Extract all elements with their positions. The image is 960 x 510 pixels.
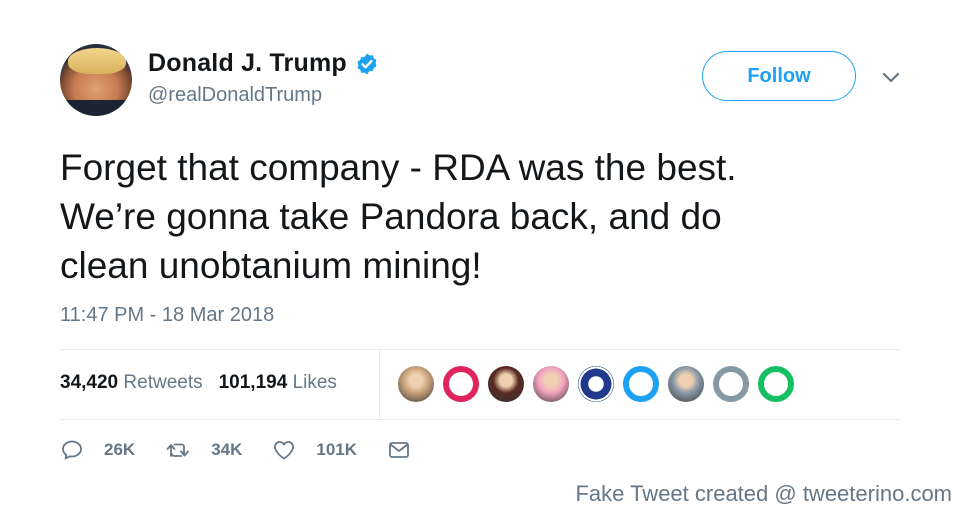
likes-label: Likes bbox=[292, 372, 337, 393]
avatar-suit bbox=[60, 100, 132, 116]
author-display-name[interactable]: Donald J. Trump bbox=[148, 49, 347, 78]
author-handle[interactable]: @realDonaldTrump bbox=[148, 84, 322, 107]
retweets-stat[interactable]: 34,420 Retweets bbox=[60, 372, 203, 394]
reply-icon bbox=[62, 440, 82, 460]
author-name-row: Donald J. Trump bbox=[148, 49, 379, 78]
retweets-count: 34,420 bbox=[60, 372, 119, 393]
liker-avatar[interactable] bbox=[758, 366, 794, 402]
liker-avatar[interactable] bbox=[668, 366, 704, 402]
liker-avatar[interactable] bbox=[578, 366, 614, 402]
likes-stat[interactable]: 101,194 Likes bbox=[219, 372, 337, 394]
tweet-timestamp[interactable]: 11:47 PM - 18 Mar 2018 bbox=[60, 304, 274, 327]
reply-button[interactable]: 26K bbox=[60, 438, 135, 462]
follow-button[interactable]: Follow bbox=[702, 51, 856, 101]
retweet-icon bbox=[166, 443, 190, 457]
liker-avatar[interactable] bbox=[398, 366, 434, 402]
liker-avatar[interactable] bbox=[443, 366, 479, 402]
verified-badge-icon bbox=[357, 53, 377, 74]
author-avatar[interactable] bbox=[60, 44, 132, 116]
retweets-label: Retweets bbox=[123, 372, 203, 393]
likes-count: 101,194 bbox=[218, 372, 288, 393]
retweet-count: 34K bbox=[211, 440, 243, 459]
tweet-actions: 26K 34K 101K bbox=[60, 438, 461, 462]
liker-avatars bbox=[398, 366, 803, 402]
retweet-button[interactable]: 34K bbox=[165, 438, 242, 462]
liker-avatar[interactable] bbox=[713, 366, 749, 402]
message-button[interactable] bbox=[387, 438, 431, 462]
tweet-line: We’re gonna take Pandora back, and do bbox=[60, 196, 722, 237]
tweet-line: Forget that company - RDA was the best. bbox=[60, 147, 737, 188]
avatar-hair bbox=[68, 48, 126, 74]
heart-icon bbox=[274, 441, 295, 460]
reply-count: 26K bbox=[104, 440, 136, 459]
stats-bottom-divider bbox=[60, 419, 900, 420]
tweet-stats: 34,420 Retweets 101,194 Likes bbox=[60, 372, 337, 394]
liker-avatar[interactable] bbox=[488, 366, 524, 402]
stats-top-divider bbox=[60, 349, 900, 350]
liker-avatar[interactable] bbox=[533, 366, 569, 402]
tweet-text: Forget that company - RDA was the best. … bbox=[60, 143, 900, 290]
envelope-icon bbox=[389, 442, 409, 458]
tweet-line: clean unobtanium mining! bbox=[60, 245, 482, 286]
like-count: 101K bbox=[316, 440, 358, 459]
like-button[interactable]: 101K bbox=[272, 438, 357, 462]
chevron-down-icon[interactable] bbox=[880, 66, 902, 88]
stats-vertical-divider bbox=[379, 350, 380, 418]
footer-credit: Fake Tweet created @ tweeterino.com bbox=[575, 481, 952, 506]
liker-avatar[interactable] bbox=[623, 366, 659, 402]
